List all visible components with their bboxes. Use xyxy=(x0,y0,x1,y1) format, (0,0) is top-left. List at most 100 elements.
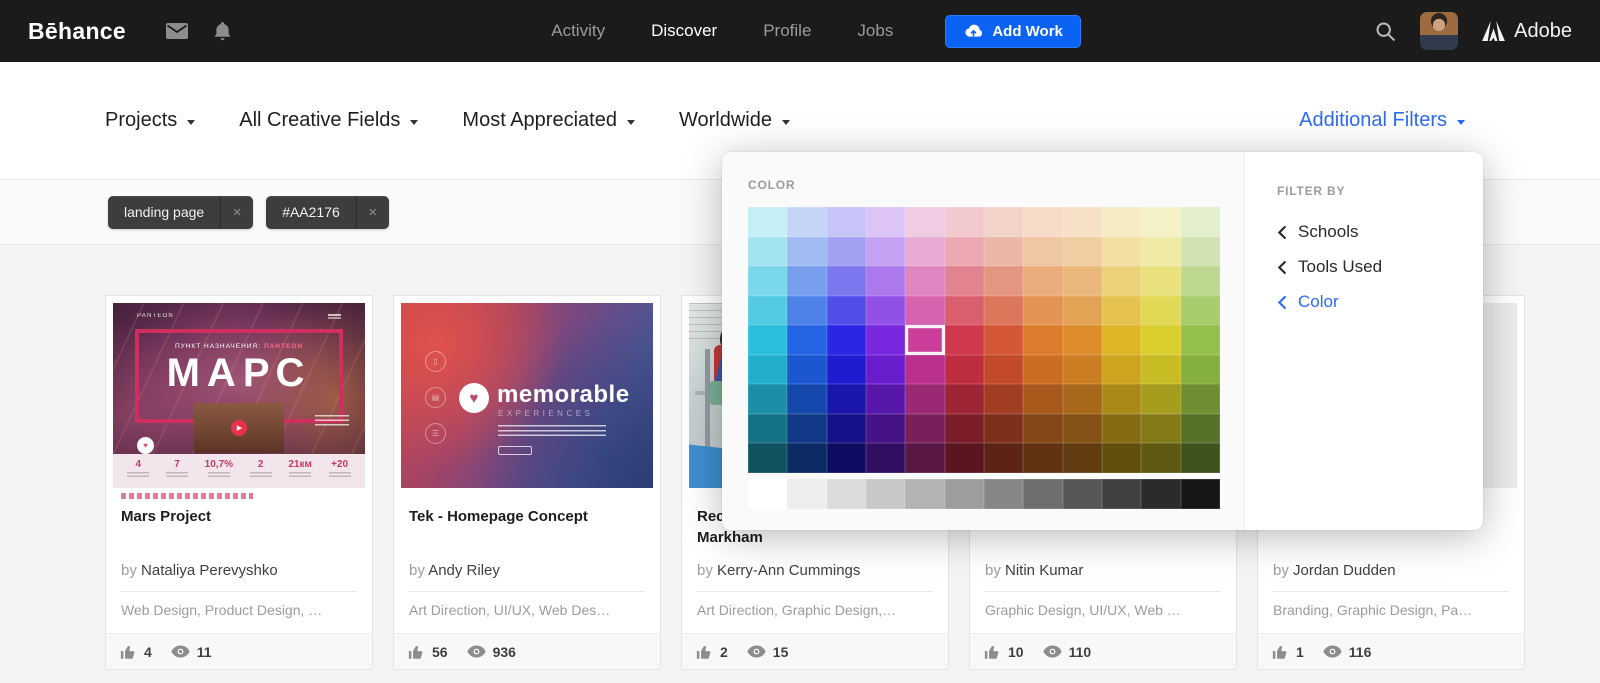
color-swatch-blue-r0[interactable] xyxy=(787,207,826,237)
color-swatch-orange-r0[interactable] xyxy=(1023,207,1062,237)
color-swatch-cyan-r2[interactable] xyxy=(748,266,787,296)
color-swatch-yellow-r6[interactable] xyxy=(1102,384,1141,414)
color-swatch-yellow-r3[interactable] xyxy=(1102,296,1141,326)
color-swatch-amber-r6[interactable] xyxy=(1063,384,1102,414)
color-swatch-blue-r2[interactable] xyxy=(787,266,826,296)
filter-dropdown-most-appreciated[interactable]: Most Appreciated xyxy=(462,109,635,132)
project-author[interactable]: by Kerry-Ann Cummings xyxy=(697,562,933,579)
color-swatch-magenta-r0[interactable] xyxy=(905,207,944,237)
color-swatch-vermilion-r2[interactable] xyxy=(984,266,1023,296)
project-card-2[interactable]: ▯▤☰♥memorableEXPERIENCESTek - Homepage C… xyxy=(393,295,661,670)
color-swatch-orange-r3[interactable] xyxy=(1023,296,1062,326)
color-swatch-amber-r0[interactable] xyxy=(1063,207,1102,237)
grayscale-swatch-10[interactable] xyxy=(1141,479,1180,509)
color-swatch-green-r6[interactable] xyxy=(1181,384,1220,414)
color-swatch-violet-r8[interactable] xyxy=(866,443,905,473)
color-swatch-yellow-green-r8[interactable] xyxy=(1141,443,1180,473)
color-swatch-indigo-r8[interactable] xyxy=(827,443,866,473)
color-swatch-yellow-green-r5[interactable] xyxy=(1141,355,1180,385)
project-author[interactable]: by Jordan Dudden xyxy=(1273,562,1509,579)
user-avatar[interactable] xyxy=(1420,12,1458,50)
color-swatch-crimson-r8[interactable] xyxy=(945,443,984,473)
grayscale-swatch-7[interactable] xyxy=(1023,479,1062,509)
color-swatch-violet-r5[interactable] xyxy=(866,355,905,385)
behance-logo[interactable]: Bēhance xyxy=(28,18,126,45)
color-swatch-green-r4[interactable] xyxy=(1181,325,1220,355)
color-swatch-cyan-r7[interactable] xyxy=(748,414,787,444)
color-swatch-orange-r6[interactable] xyxy=(1023,384,1062,414)
filter-dropdown-projects[interactable]: Projects xyxy=(105,109,195,132)
color-swatch-orange-r8[interactable] xyxy=(1023,443,1062,473)
color-swatch-orange-r4[interactable] xyxy=(1023,325,1062,355)
color-swatch-violet-r3[interactable] xyxy=(866,296,905,326)
adobe-logo[interactable]: Adobe xyxy=(1482,20,1572,43)
color-swatch-vermilion-r7[interactable] xyxy=(984,414,1023,444)
color-swatch-magenta-r6[interactable] xyxy=(905,384,944,414)
color-swatch-crimson-r4[interactable] xyxy=(945,325,984,355)
grayscale-swatch-11[interactable] xyxy=(1181,479,1220,509)
color-swatch-amber-r2[interactable] xyxy=(1063,266,1102,296)
color-swatch-cyan-r4[interactable] xyxy=(748,325,787,355)
color-swatch-green-r7[interactable] xyxy=(1181,414,1220,444)
color-swatch-violet-r0[interactable] xyxy=(866,207,905,237)
color-swatch-vermilion-r6[interactable] xyxy=(984,384,1023,414)
color-swatch-indigo-r3[interactable] xyxy=(827,296,866,326)
project-author[interactable]: by Nataliya Perevyshko xyxy=(121,562,357,579)
color-swatch-yellow-green-r1[interactable] xyxy=(1141,237,1180,267)
color-swatch-amber-r5[interactable] xyxy=(1063,355,1102,385)
grayscale-swatch-4[interactable] xyxy=(905,479,944,509)
color-swatch-crimson-r3[interactable] xyxy=(945,296,984,326)
color-swatch-amber-r1[interactable] xyxy=(1063,237,1102,267)
color-swatch-crimson-r5[interactable] xyxy=(945,355,984,385)
color-swatch-indigo-r2[interactable] xyxy=(827,266,866,296)
color-swatch-green-r8[interactable] xyxy=(1181,443,1220,473)
notifications-bell-icon[interactable] xyxy=(214,22,231,41)
project-title[interactable]: Mars Project xyxy=(121,506,357,527)
color-swatch-vermilion-r4[interactable] xyxy=(984,325,1023,355)
color-swatch-blue-r8[interactable] xyxy=(787,443,826,473)
additional-filters-button[interactable]: Additional Filters xyxy=(1299,109,1465,132)
color-swatch-green-r3[interactable] xyxy=(1181,296,1220,326)
nav-item-discover[interactable]: Discover xyxy=(651,21,717,41)
color-swatch-yellow-green-r0[interactable] xyxy=(1141,207,1180,237)
color-swatch-cyan-r3[interactable] xyxy=(748,296,787,326)
color-swatch-cyan-r0[interactable] xyxy=(748,207,787,237)
grayscale-swatch-2[interactable] xyxy=(827,479,866,509)
color-swatch-amber-r3[interactable] xyxy=(1063,296,1102,326)
color-swatch-vermilion-r3[interactable] xyxy=(984,296,1023,326)
project-cover[interactable]: PANTEONПУНКТ НАЗНАЧЕНИЯ:ПАНТЕОНМАРС▶♥471… xyxy=(113,303,365,488)
color-swatch-crimson-r1[interactable] xyxy=(945,237,984,267)
color-swatch-blue-r4[interactable] xyxy=(787,325,826,355)
nav-item-profile[interactable]: Profile xyxy=(763,21,811,41)
color-swatch-green-r0[interactable] xyxy=(1181,207,1220,237)
color-swatch-yellow-green-r4[interactable] xyxy=(1141,325,1180,355)
filter-by-schools[interactable]: Schools xyxy=(1277,222,1483,242)
color-swatch-crimson-r2[interactable] xyxy=(945,266,984,296)
color-swatch-vermilion-r8[interactable] xyxy=(984,443,1023,473)
color-swatch-blue-r7[interactable] xyxy=(787,414,826,444)
color-swatch-yellow-green-r3[interactable] xyxy=(1141,296,1180,326)
color-swatch-yellow-r2[interactable] xyxy=(1102,266,1141,296)
color-swatch-indigo-r1[interactable] xyxy=(827,237,866,267)
color-swatch-indigo-r6[interactable] xyxy=(827,384,866,414)
search-icon[interactable] xyxy=(1375,21,1396,42)
color-swatch-green-r2[interactable] xyxy=(1181,266,1220,296)
color-swatch-indigo-r5[interactable] xyxy=(827,355,866,385)
mail-icon[interactable] xyxy=(166,23,188,39)
color-swatch-amber-r7[interactable] xyxy=(1063,414,1102,444)
color-swatch-vermilion-r0[interactable] xyxy=(984,207,1023,237)
filter-dropdown-all-creative-fields[interactable]: All Creative Fields xyxy=(239,109,418,132)
color-swatch-blue-r6[interactable] xyxy=(787,384,826,414)
project-card-1[interactable]: PANTEONПУНКТ НАЗНАЧЕНИЯ:ПАНТЕОНМАРС▶♥471… xyxy=(105,295,373,670)
color-swatch-amber-r8[interactable] xyxy=(1063,443,1102,473)
grayscale-swatch-6[interactable] xyxy=(984,479,1023,509)
grayscale-swatch-5[interactable] xyxy=(945,479,984,509)
color-swatch-yellow-r7[interactable] xyxy=(1102,414,1141,444)
color-swatch-yellow-r5[interactable] xyxy=(1102,355,1141,385)
project-author[interactable]: by Nitin Kumar xyxy=(985,562,1221,579)
remove-tag-icon[interactable]: × xyxy=(220,196,253,229)
filter-by-color[interactable]: Color xyxy=(1277,292,1483,312)
project-author[interactable]: by Andy Riley xyxy=(409,562,645,579)
color-swatch-magenta-r2[interactable] xyxy=(905,266,944,296)
grayscale-swatch-0[interactable] xyxy=(748,479,787,509)
